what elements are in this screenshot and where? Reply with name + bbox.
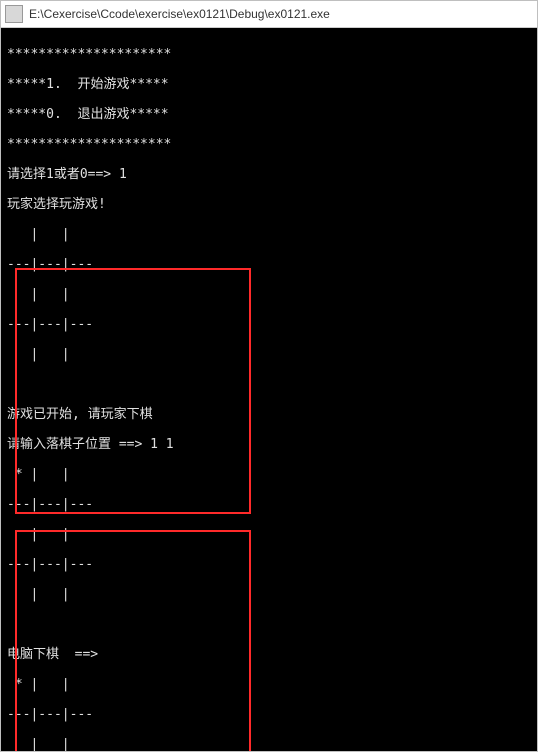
blank [7, 377, 531, 392]
msg-game-started-1: 游戏已开始, 请玩家下棋 [7, 407, 531, 422]
console-output[interactable]: ********************* *****1. 开始游戏***** … [1, 28, 537, 751]
prompt-pos-1: 请输入落棋子位置 ==> 1 1 [7, 437, 531, 452]
t1-cb-r0: * | | [7, 677, 531, 692]
window-title: E:\Cexercise\Ccode\exercise\ex0121\Debug… [29, 7, 330, 21]
t1-pb-r0: * | | [7, 467, 531, 482]
msg-player-chose: 玩家选择玩游戏! [7, 197, 531, 212]
prompt-choose: 请选择1或者0==> 1 [7, 167, 531, 182]
t1-pb-sep0: ---|---|--- [7, 497, 531, 512]
app-icon [5, 5, 23, 23]
board0-sep0: ---|---|--- [7, 257, 531, 272]
t1-cb-sep0: ---|---|--- [7, 707, 531, 722]
menu-item-1: *****1. 开始游戏***** [7, 77, 531, 92]
board0-r1: | | [7, 287, 531, 302]
t1-cb-r1: | | [7, 737, 531, 751]
user-input-choice: 1 [119, 167, 127, 182]
menu-border-top: ********************* [7, 47, 531, 62]
board0-r2: | | [7, 347, 531, 362]
blank [7, 617, 531, 632]
msg-cpu-turn-1: 电脑下棋 ==> [7, 647, 531, 662]
board0-r0: | | [7, 227, 531, 242]
t1-pb-sep1: ---|---|--- [7, 557, 531, 572]
t1-pb-r1: | | [7, 527, 531, 542]
titlebar[interactable]: E:\Cexercise\Ccode\exercise\ex0121\Debug… [1, 1, 537, 28]
app-window: E:\Cexercise\Ccode\exercise\ex0121\Debug… [0, 0, 538, 752]
board0-sep1: ---|---|--- [7, 317, 531, 332]
menu-border-bottom: ********************* [7, 137, 531, 152]
user-input-pos-1: 1 1 [150, 437, 173, 452]
menu-item-0: *****0. 退出游戏***** [7, 107, 531, 122]
t1-pb-r2: | | [7, 587, 531, 602]
